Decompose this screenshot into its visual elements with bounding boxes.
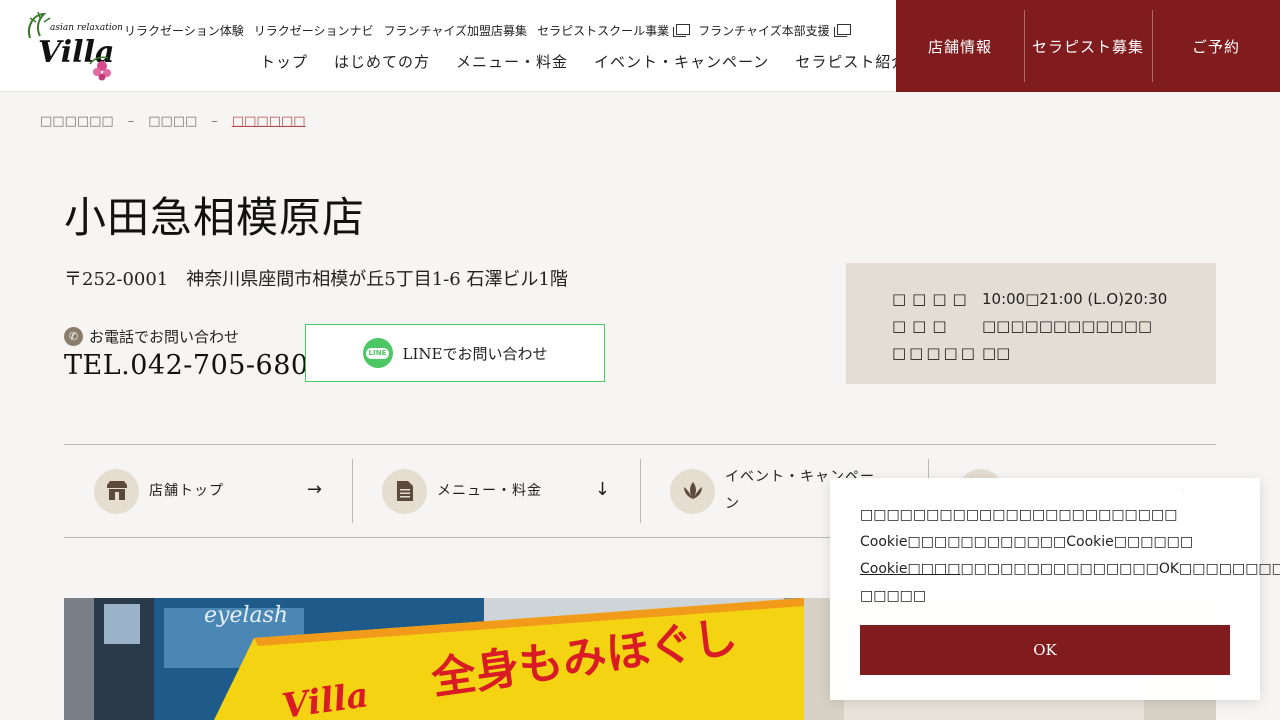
lotus-icon — [670, 468, 715, 514]
arrow-down-icon: ↓ — [594, 479, 610, 500]
nav-menu-price[interactable]: メニュー・料金 — [456, 51, 568, 72]
site-header: asian relaxation Villa リラクゼーション体験 リラクゼーシ… — [0, 0, 1280, 92]
svg-text:asian relaxation: asian relaxation — [50, 23, 122, 33]
cookie-policy-link[interactable]: Cookie□□□□ — [860, 561, 960, 577]
hours-row: □□□□ 10:00□21:00 (L.O)20:30 — [892, 285, 1216, 312]
top-link-franchise-recruit[interactable]: フランチャイズ加盟店募集 — [384, 22, 528, 39]
breadcrumb-separator: – — [127, 114, 135, 129]
breadcrumb-shops[interactable]: □□□□ — [148, 114, 197, 129]
reservation-button[interactable]: ご予約 — [1152, 0, 1280, 92]
nav-event-campaign[interactable]: イベント・キャンペーン — [594, 51, 769, 72]
shop-icon — [94, 468, 139, 514]
shop-info-button[interactable]: 店舗情報 — [896, 0, 1024, 92]
hours-key: □□□ — [892, 316, 953, 335]
phone-icon: ✆ — [64, 327, 83, 346]
top-link-therapist-school[interactable]: セラピストスクール事業 — [537, 22, 691, 39]
arrow-right-icon: → — [306, 479, 322, 500]
hours-value: □□□□□□□□□□□□ — [982, 316, 1153, 335]
top-link-relax-experience[interactable]: リラクゼーション体験 — [124, 22, 244, 39]
sub-nav-label: メニュー・料金 — [437, 482, 542, 499]
phone-label-text: お電話でお問い合わせ — [89, 328, 240, 346]
top-links: リラクゼーション体験 リラクゼーションナビ フランチャイズ加盟店募集 セラピスト… — [124, 20, 851, 40]
hours-key: □□□□ — [892, 289, 973, 308]
breadcrumb-current[interactable]: □□□□□□ — [232, 114, 306, 129]
svg-text:eyelash: eyelash — [204, 603, 288, 628]
sub-nav-label: 店舗トップ — [149, 482, 224, 499]
phone-number[interactable]: TEL.042-705-6803 — [64, 350, 326, 381]
page-title: 小田急相模原店 — [64, 193, 366, 242]
shop-address: 〒252-0001 神奈川県座間市相模が丘5丁目1-6 石澤ビル1階 — [64, 269, 568, 290]
header-buttons: 店舗情報 セラピスト募集 ご予約 — [896, 0, 1280, 92]
hours-key: □□□□□ — [892, 343, 978, 362]
breadcrumb: □□□□□□ – □□□□ – □□□□□□ — [40, 114, 306, 129]
sub-nav-shop-top[interactable]: 店舗トップ → — [64, 445, 352, 537]
logo-graphic: asian relaxation Villa — [28, 11, 123, 81]
hours-row: □□□□□ □□ — [892, 339, 1216, 366]
line-contact-button[interactable]: LINE LINEでお問い合わせ — [305, 324, 605, 382]
therapist-recruit-button[interactable]: セラピスト募集 — [1024, 0, 1152, 92]
main-nav: トップ はじめての方 メニュー・料金 イベント・キャンペーン セラピスト紹介 — [260, 49, 907, 73]
line-icon: LINE — [362, 338, 393, 368]
cookie-text: □□□□□□□□□□□□□□□□□□□□□□□□ Cookie□□□□□□□□□… — [860, 507, 1280, 604]
cookie-banner: □□□□□□□□□□□□□□□□□□□□□□□□ Cookie□□□□□□□□□… — [830, 478, 1280, 700]
external-link-icon — [673, 24, 691, 37]
nav-therapist[interactable]: セラピスト紹介 — [795, 51, 907, 72]
hours-value: □□ — [982, 343, 1011, 362]
nav-first-time[interactable]: はじめての方 — [334, 51, 430, 72]
document-icon — [382, 468, 427, 514]
hours-row: □□□ □□□□□□□□□□□□ — [892, 312, 1216, 339]
breadcrumb-home[interactable]: □□□□□□ — [40, 114, 114, 129]
nav-top[interactable]: トップ — [260, 51, 308, 72]
sub-nav-menu-price[interactable]: メニュー・料金 ↓ — [352, 445, 640, 537]
hours-value: 10:00□21:00 (L.O)20:30 — [982, 289, 1168, 308]
external-link-icon — [833, 24, 851, 37]
phone-label: ✆ お電話でお問い合わせ — [64, 326, 239, 347]
hours-box: □□□□ 10:00□21:00 (L.O)20:30 □□□ □□□□□□□□… — [846, 263, 1216, 384]
breadcrumb-separator: – — [211, 114, 218, 129]
line-contact-label: LINEでお問い合わせ — [402, 344, 548, 363]
top-link-relax-navi[interactable]: リラクゼーションナビ — [254, 22, 374, 39]
top-link-franchise-support[interactable]: フランチャイズ本部支援 — [698, 22, 851, 39]
cookie-ok-button[interactable]: OK — [860, 625, 1230, 675]
villa-logo[interactable]: asian relaxation Villa — [22, 8, 123, 82]
